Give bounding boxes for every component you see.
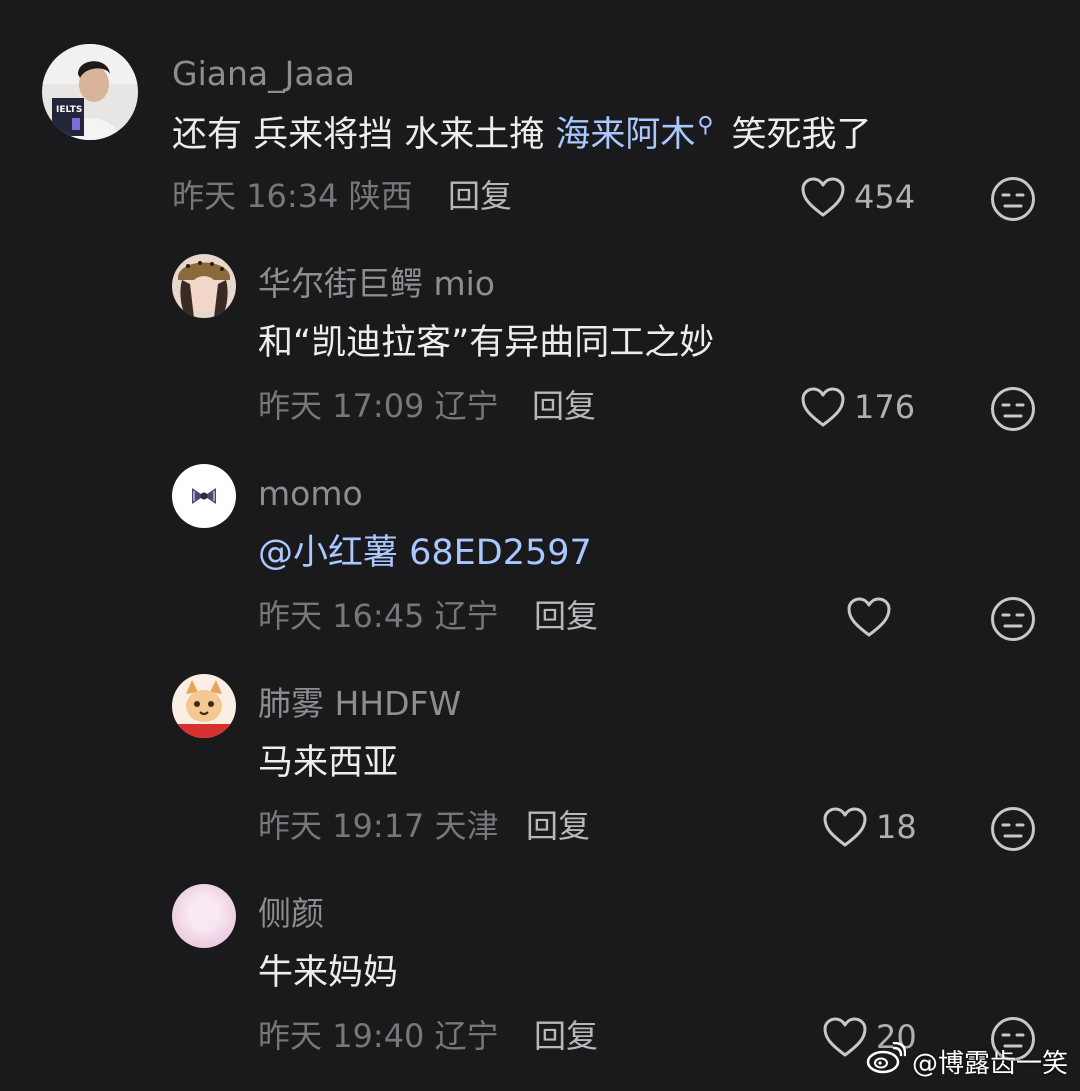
comment-content: 马来西亚 (258, 743, 399, 783)
neutral-face-icon (990, 386, 1036, 432)
comment-username[interactable]: 肺雾 HHDFW (258, 687, 461, 720)
comment-content: 牛来妈妈 (258, 953, 399, 993)
comment-username[interactable]: 华尔街巨鳄 mio (258, 267, 495, 300)
dislike-button[interactable] (990, 176, 1036, 222)
comment-text: 笑死我了 (731, 115, 872, 155)
comment-location: 辽宁 (434, 1017, 499, 1055)
neutral-face-icon (990, 176, 1036, 222)
comment-time: 19:17 (332, 807, 425, 845)
avatar[interactable]: IELTS (42, 44, 138, 140)
search-icon: ⚲ (697, 113, 714, 138)
like-count: 454 (854, 178, 916, 216)
comment-time: 16:45 (332, 597, 425, 635)
dislike-button[interactable] (990, 806, 1036, 852)
neutral-face-icon (990, 806, 1036, 852)
watermark: @博露齿一笑 (866, 1041, 1068, 1081)
reply-button[interactable]: 回复 (534, 600, 598, 632)
comment-text: 还有 兵来将挡 水来土掩 (172, 115, 556, 155)
weibo-logo-icon (866, 1041, 907, 1081)
comment-content: 和“凯迪拉客”有异曲同工之妙 (258, 323, 715, 363)
heart-outline-icon (800, 176, 846, 218)
avatar[interactable] (172, 464, 236, 528)
comment-date: 昨天 (172, 177, 237, 215)
heart-outline-icon (800, 386, 846, 428)
comment-meta: 昨天 17:09 辽宁 (258, 390, 499, 422)
heart-outline-icon (822, 806, 868, 848)
comment-meta: 昨天 16:45 辽宁 (258, 600, 499, 632)
like-button[interactable]: 176 (800, 386, 915, 428)
comment-content: @小红薯 68ED2597 (258, 536, 592, 571)
heart-outline-icon (846, 596, 892, 638)
comment-time: 17:09 (332, 387, 425, 425)
comment-time: 19:40 (332, 1017, 425, 1055)
avatar[interactable] (172, 254, 236, 318)
like-button[interactable]: 18 (822, 806, 917, 848)
comment-date: 昨天 (258, 807, 323, 845)
dislike-button[interactable] (990, 596, 1036, 642)
avatar-badge-text: IELTS (56, 105, 82, 115)
reply-button[interactable]: 回复 (448, 180, 512, 212)
neutral-face-icon (990, 596, 1036, 642)
reply-button[interactable]: 回复 (532, 390, 596, 422)
reply-button[interactable]: 回复 (534, 1020, 598, 1052)
like-count: 18 (876, 808, 917, 846)
comment-date: 昨天 (258, 1017, 323, 1055)
comment-location: 辽宁 (434, 387, 499, 425)
avatar[interactable] (172, 674, 236, 738)
comment-date: 昨天 (258, 387, 323, 425)
comment-meta: 昨天 19:17 天津 (258, 810, 499, 842)
comment-username[interactable]: 侧颜 (258, 897, 324, 930)
like-button[interactable] (846, 596, 900, 638)
avatar[interactable] (172, 884, 236, 948)
comment-content: 还有 兵来将挡 水来土掩 海来阿木⚲ 笑死我了 (172, 115, 872, 153)
comment-location: 辽宁 (434, 597, 499, 635)
heart-outline-icon (822, 1016, 868, 1058)
comment-meta: 昨天 16:34 陕西 (172, 180, 413, 212)
comment-date: 昨天 (258, 597, 323, 635)
watermark-text: @博露齿一笑 (911, 1049, 1068, 1079)
comment-location: 陕西 (348, 177, 413, 215)
reply-button[interactable]: 回复 (526, 810, 590, 842)
dislike-button[interactable] (990, 386, 1036, 432)
topic-link[interactable]: 海来阿木 (555, 115, 695, 155)
comment-username[interactable]: Giana_Jaaa (172, 57, 355, 90)
mention-link[interactable]: @小红薯 68ED2597 (258, 533, 592, 573)
comment-username[interactable]: momo (258, 477, 363, 510)
comment-meta: 昨天 19:40 辽宁 (258, 1020, 499, 1052)
like-count: 176 (854, 388, 916, 426)
like-button[interactable]: 454 (800, 176, 915, 218)
comment-time: 16:34 (246, 177, 339, 215)
comment-location: 天津 (434, 807, 499, 845)
